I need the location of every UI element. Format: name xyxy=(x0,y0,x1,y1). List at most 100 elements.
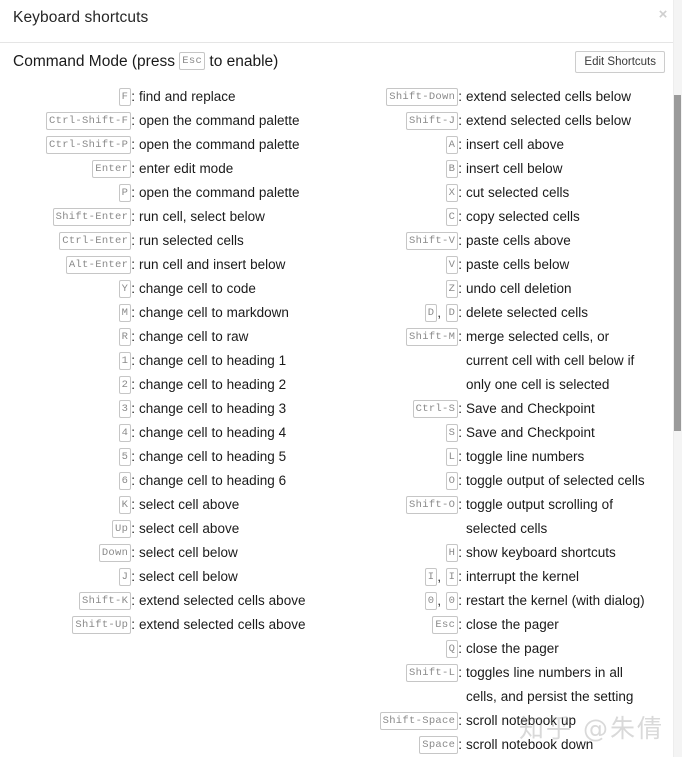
close-icon[interactable]: × xyxy=(654,6,672,24)
key-badge: 3 xyxy=(118,399,132,418)
shortcut-row: B: insert cell below xyxy=(327,157,654,181)
shortcut-keys: C: xyxy=(327,205,462,229)
shortcut-description: Save and Checkpoint xyxy=(466,401,595,416)
shortcut-keys: Shift-M: xyxy=(327,325,462,349)
shortcut-row: 4: change cell to heading 4 xyxy=(0,421,327,445)
shortcut-keys: D, D: xyxy=(327,301,462,325)
shortcut-keys: 0, 0: xyxy=(327,589,462,613)
shortcut-keys: Enter: xyxy=(0,157,135,181)
shortcut-row: Ctrl-Shift-F: open the command palette xyxy=(0,109,327,133)
section-header: Command Mode (press Esc to enable) Edit … xyxy=(0,43,682,85)
shortcut-keys: Shift-Up: xyxy=(0,613,135,637)
shortcut-keys: M: xyxy=(0,301,135,325)
shortcut-row: C: copy selected cells xyxy=(327,205,654,229)
shortcut-row: Enter: enter edit mode xyxy=(0,157,327,181)
shortcut-description: select cell above xyxy=(139,497,240,512)
shortcut-description: close the pager xyxy=(466,617,559,632)
shortcut-row: K: select cell above xyxy=(0,493,327,517)
shortcut-description: change cell to heading 4 xyxy=(139,425,287,440)
shortcut-description: run cell and insert below xyxy=(139,257,286,272)
shortcut-row: 1: change cell to heading 1 xyxy=(0,349,327,373)
key-badge: Shift-Space xyxy=(379,711,459,730)
scrollbar-thumb[interactable] xyxy=(674,95,681,431)
shortcut-keys: Q: xyxy=(327,637,462,661)
shortcut-row: F: find and replace xyxy=(0,85,327,109)
key-badge: 0 xyxy=(424,591,438,610)
command-mode-heading: Command Mode (press Esc to enable) xyxy=(13,52,278,71)
shortcut-row: R: change cell to raw xyxy=(0,325,327,349)
key-badge: A xyxy=(445,135,459,154)
shortcut-row: Ctrl-Shift-P: open the command palette xyxy=(0,133,327,157)
shortcut-keys: P: xyxy=(0,181,135,205)
shortcut-keys: O: xyxy=(327,469,462,493)
key-badge: Shift-L xyxy=(406,663,459,682)
key-separator: , xyxy=(437,593,445,608)
shortcut-description: scroll notebook up xyxy=(466,713,576,728)
shortcut-keys: Up: xyxy=(0,517,135,541)
key-badge: K xyxy=(118,495,132,514)
key-badge: Shift-J xyxy=(406,111,459,130)
scrollbar-track[interactable] xyxy=(673,0,682,757)
shortcut-keys: 5: xyxy=(0,445,135,469)
key-badge: Y xyxy=(118,279,132,298)
shortcut-description: enter edit mode xyxy=(139,161,234,176)
esc-key-badge: Esc xyxy=(179,52,206,70)
shortcut-row: Shift-M: merge selected cells, or current… xyxy=(327,325,654,397)
shortcut-description: close the pager xyxy=(466,641,559,656)
shortcut-row: Up: select cell above xyxy=(0,517,327,541)
shortcut-row: 0, 0: restart the kernel (with dialog) xyxy=(327,589,654,613)
shortcut-row: L: toggle line numbers xyxy=(327,445,654,469)
shortcut-description: Save and Checkpoint xyxy=(466,425,595,440)
shortcut-row: Esc: close the pager xyxy=(327,613,654,637)
key-badge: Ctrl-Shift-F xyxy=(46,111,132,130)
shortcut-keys: J: xyxy=(0,565,135,589)
shortcut-keys: 2: xyxy=(0,373,135,397)
shortcut-description: change cell to raw xyxy=(139,329,249,344)
shortcut-row: Z: undo cell deletion xyxy=(327,277,654,301)
key-badge: 6 xyxy=(118,471,132,490)
shortcut-description: extend selected cells below xyxy=(466,89,631,104)
key-badge: 0 xyxy=(445,591,459,610)
shortcut-keys: K: xyxy=(0,493,135,517)
shortcut-description: cut selected cells xyxy=(466,185,570,200)
shortcut-keys: Shift-Enter: xyxy=(0,205,135,229)
shortcut-description: extend selected cells below xyxy=(466,113,631,128)
shortcut-row: 5: change cell to heading 5 xyxy=(0,445,327,469)
shortcut-keys: Esc: xyxy=(327,613,462,637)
shortcut-row: Shift-J: extend selected cells below xyxy=(327,109,654,133)
shortcut-description: change cell to heading 2 xyxy=(139,377,287,392)
shortcut-keys: L: xyxy=(327,445,462,469)
key-badge: D xyxy=(445,303,459,322)
modal-body: Command Mode (press Esc to enable) Edit … xyxy=(0,43,682,757)
shortcut-description: open the command palette xyxy=(139,113,300,128)
shortcut-row: Shift-Space: scroll notebook up xyxy=(327,709,654,733)
key-badge: I xyxy=(424,567,438,586)
key-badge: C xyxy=(445,207,459,226)
key-badge: J xyxy=(118,567,132,586)
shortcut-row: Shift-O: toggle output scrolling of selec… xyxy=(327,493,654,541)
shortcut-row: O: toggle output of selected cells xyxy=(327,469,654,493)
shortcut-description: open the command palette xyxy=(139,185,300,200)
shortcut-keys: Shift-K: xyxy=(0,589,135,613)
shortcut-description: change cell to heading 3 xyxy=(139,401,287,416)
shortcut-row: X: cut selected cells xyxy=(327,181,654,205)
shortcut-keys: Ctrl-Shift-P: xyxy=(0,133,135,157)
shortcut-keys: A: xyxy=(327,133,462,157)
shortcut-row: Shift-Enter: run cell, select below xyxy=(0,205,327,229)
edit-shortcuts-button[interactable]: Edit Shortcuts xyxy=(575,51,665,73)
key-badge: 4 xyxy=(118,423,132,442)
shortcut-row: Shift-K: extend selected cells above xyxy=(0,589,327,613)
key-badge: P xyxy=(118,183,132,202)
shortcut-keys: R: xyxy=(0,325,135,349)
shortcut-description: change cell to code xyxy=(139,281,256,296)
key-badge: R xyxy=(118,327,132,346)
shortcut-keys: B: xyxy=(327,157,462,181)
key-badge: Shift-Enter xyxy=(52,207,132,226)
shortcut-keys: V: xyxy=(327,253,462,277)
shortcut-description: extend selected cells above xyxy=(139,593,306,608)
key-badge: 1 xyxy=(118,351,132,370)
shortcut-description: change cell to markdown xyxy=(139,305,289,320)
shortcut-description: delete selected cells xyxy=(466,305,588,320)
shortcut-description: run selected cells xyxy=(139,233,244,248)
shortcut-description: copy selected cells xyxy=(466,209,580,224)
